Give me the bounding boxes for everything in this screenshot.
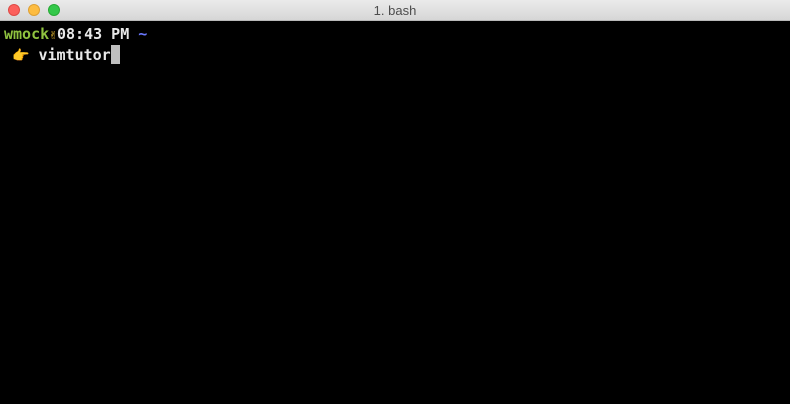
prompt-user: wmock — [4, 25, 50, 43]
title-bar[interactable]: 1. bash — [0, 0, 790, 21]
command-line[interactable]: 👉 vimtutor — [4, 45, 120, 65]
prompt-time: 08:43 PM — [56, 25, 130, 43]
prompt-directory: ~ — [138, 25, 148, 43]
terminal-window: 1. bash wmock✌08:43 PM ~ 👉 vimtutor — [0, 0, 790, 404]
terminal-pane[interactable]: wmock✌08:43 PM ~ 👉 vimtutor — [0, 22, 790, 404]
pointing-hand-icon: 👉 — [12, 48, 30, 64]
text-cursor — [110, 45, 120, 64]
window-title: 1. bash — [373, 3, 417, 18]
prompt-line: wmock✌08:43 PM ~ — [4, 24, 147, 44]
command-input[interactable]: vimtutor — [38, 46, 110, 64]
victory-hand-icon: ✌ — [49, 28, 57, 43]
